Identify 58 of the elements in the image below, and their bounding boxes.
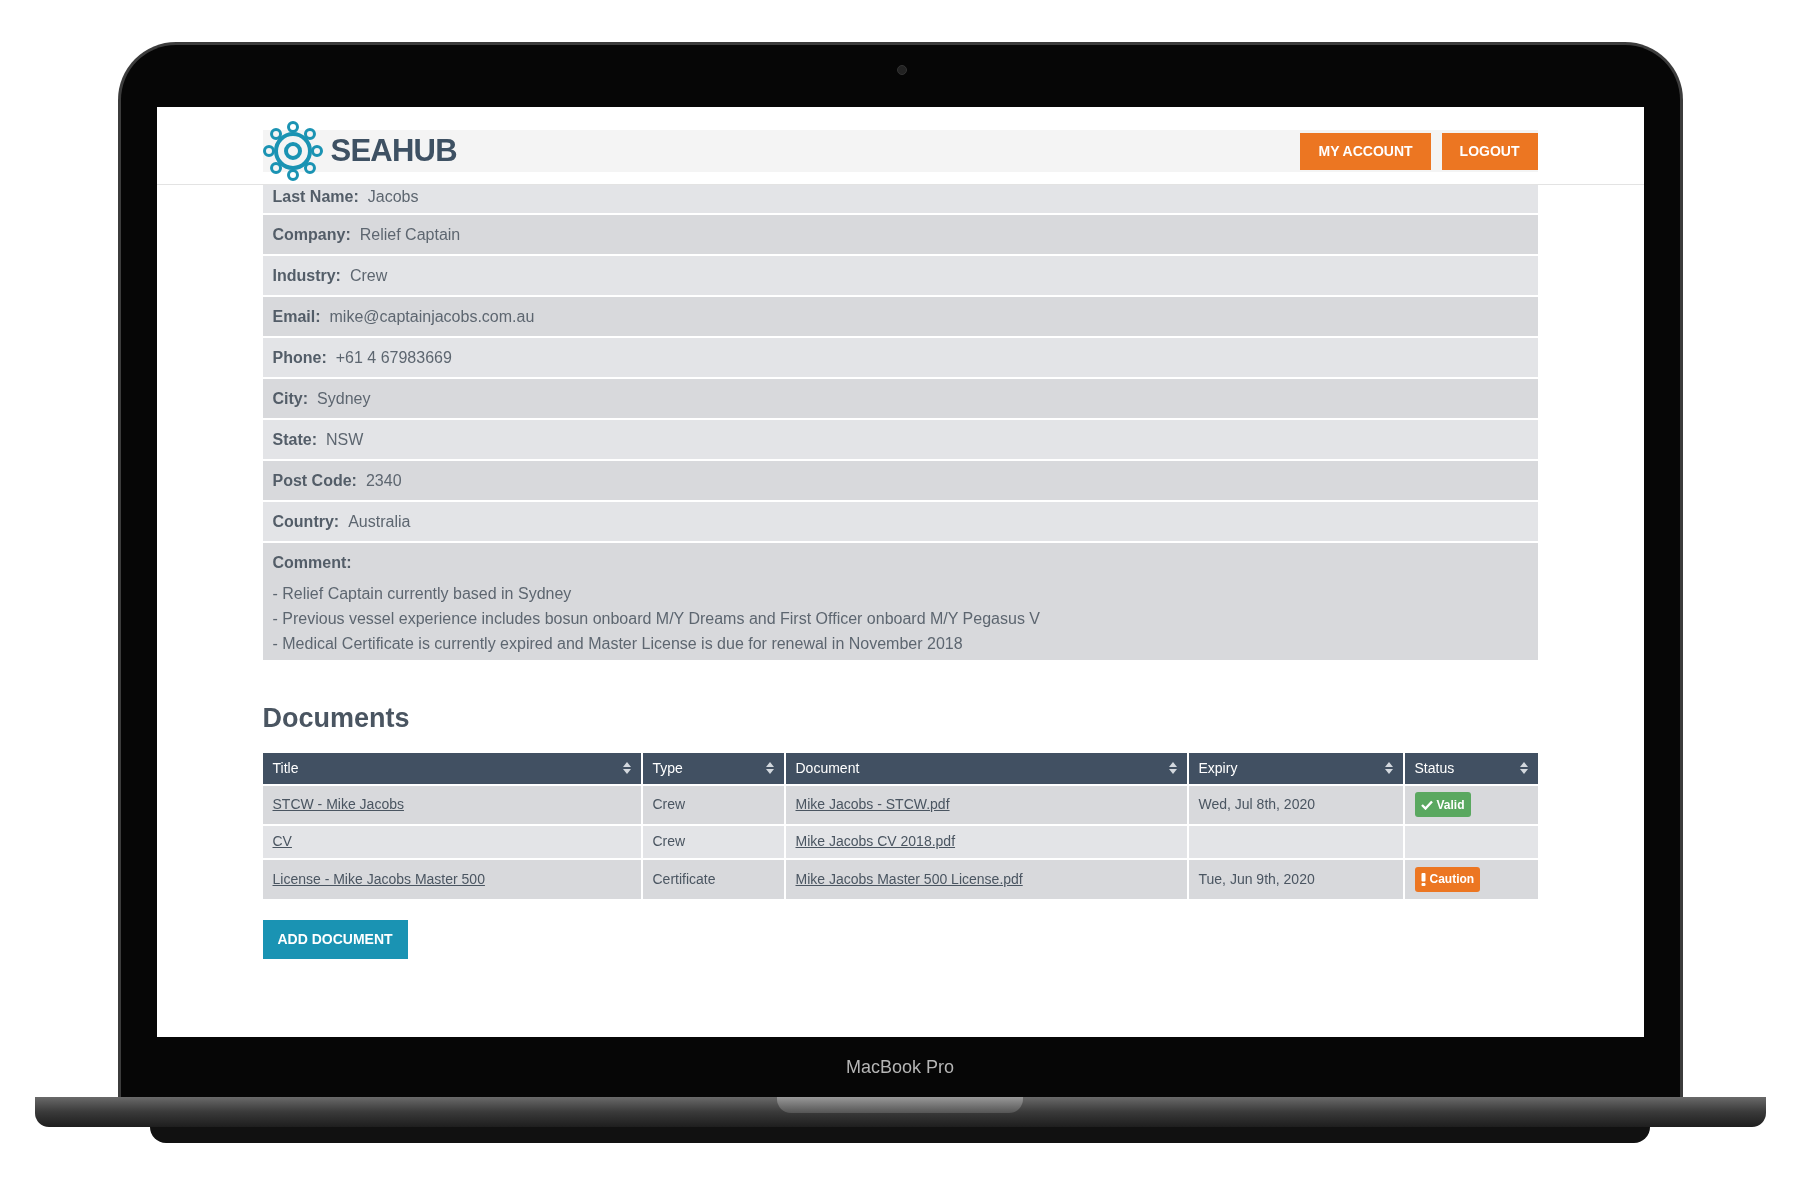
table-cell: Crew [641, 824, 785, 859]
column-header[interactable]: Title [262, 752, 642, 785]
sort-icon [1384, 762, 1393, 774]
camera-icon [896, 65, 907, 75]
field-value: Australia [348, 511, 411, 532]
field-value: Relief Captain [359, 224, 461, 245]
column-title: Status [1414, 758, 1455, 778]
field-value: 2340 [365, 470, 402, 491]
column-title: Type [652, 758, 683, 778]
exclamation-icon [1420, 872, 1426, 886]
column-title: Document [795, 758, 860, 778]
field-label: Last Name: [272, 187, 359, 207]
column-title: Title [272, 758, 299, 778]
field-label: Company: [272, 224, 351, 245]
title-link[interactable]: License - Mike Jacobs Master 500 [272, 870, 485, 887]
field-value: Crew [349, 265, 388, 286]
column-header[interactable]: Status [1403, 752, 1538, 785]
comment-label: Comment: [272, 553, 353, 573]
field-value: Sydney [317, 388, 371, 409]
field-label: Country: [272, 511, 340, 532]
field-label: Email: [272, 306, 321, 327]
gear-logo-icon [262, 121, 323, 181]
column-header[interactable]: Type [641, 752, 785, 785]
sort-icon [622, 762, 631, 774]
field-value: Jacobs [367, 187, 419, 207]
field-label: Post Code: [272, 470, 357, 491]
documents-heading: Documents [262, 702, 411, 735]
sort-icon [1519, 762, 1528, 774]
status-text: Caution [1429, 871, 1475, 888]
sort-icon [1168, 762, 1177, 774]
brand-name: SEAHUB [330, 131, 457, 170]
field-value: NSW [325, 429, 364, 450]
column-header[interactable]: Expiry [1187, 752, 1404, 785]
table-cell: Tue, Jun 9th, 2020 [1187, 858, 1404, 899]
status-text: Valid [1436, 796, 1465, 814]
comment-line: - Medical Certificate is currently expired and Master License is due for renewal in November 2018 [272, 634, 964, 654]
sort-icon [765, 762, 774, 774]
column-header[interactable]: Document [784, 752, 1188, 785]
field-label: Phone: [272, 347, 327, 368]
add-document-button[interactable]: ADD DOCUMENT [262, 919, 408, 959]
field-label: State: [272, 429, 317, 450]
device-label: MacBook Pro [845, 1055, 954, 1079]
document-link[interactable]: Mike Jacobs CV 2018.pdf [795, 833, 956, 849]
document-link[interactable]: Mike Jacobs - STCW.pdf [795, 796, 950, 812]
column-title: Expiry [1198, 758, 1238, 778]
title-link[interactable]: CV [272, 833, 292, 849]
field-value: +61 4 67983669 [335, 347, 452, 368]
field-label: Industry: [272, 265, 341, 286]
check-icon [1420, 799, 1433, 810]
table-cell: Crew [641, 784, 785, 825]
table-cell: Wed, Jul 8th, 2020 [1187, 784, 1404, 825]
document-link[interactable]: Mike Jacobs Master 500 License.pdf [795, 870, 1023, 887]
title-link[interactable]: STCW - Mike Jacobs [272, 796, 404, 812]
table-cell: Certificate [641, 858, 785, 899]
field-label: City: [272, 388, 309, 409]
comment-line: - Previous vessel experience includes bosun onboard M/Y Dreams and First Officer onboard M/Y Pegasus V [272, 609, 1041, 629]
field-value: mike@captainjacobs.com.au [329, 306, 535, 327]
comment-line: - Relief Captain currently based in Sydney [272, 584, 573, 604]
